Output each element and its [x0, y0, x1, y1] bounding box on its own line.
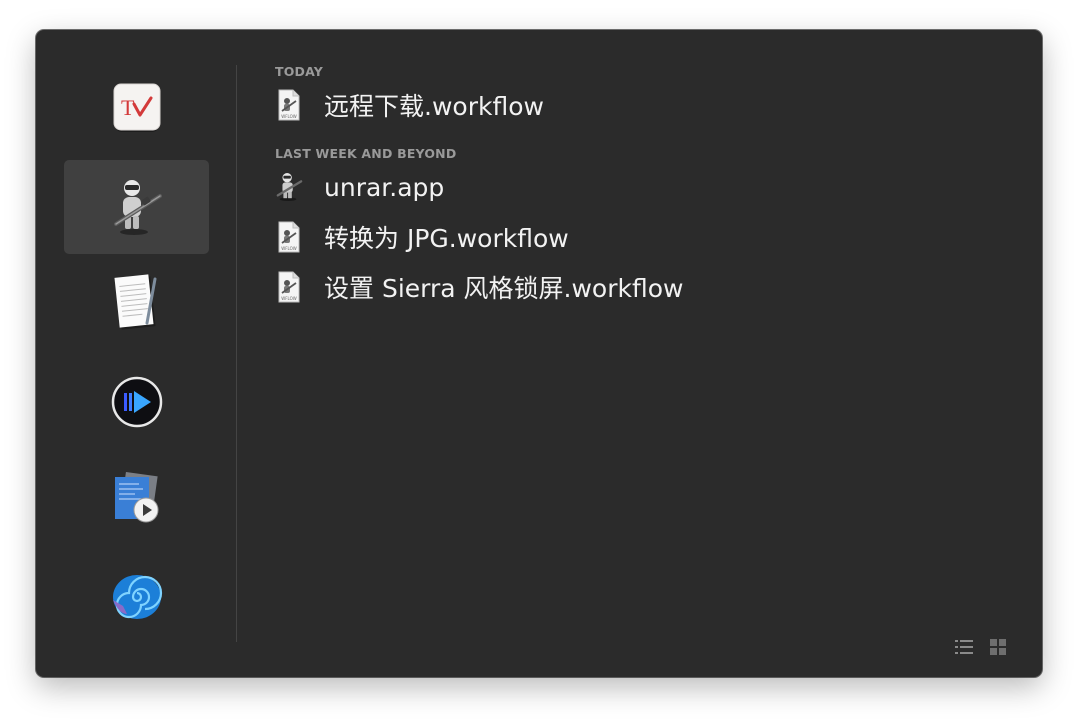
sidebar-item-omnifocus[interactable]: T: [64, 62, 209, 156]
sidebar-item-script-editor[interactable]: [64, 452, 209, 546]
section-header-today: TODAY: [275, 64, 324, 79]
grid-view-icon: [990, 639, 1006, 655]
sidebar-item-infuse[interactable]: [64, 355, 209, 449]
recent-files-window: T TODAY WFLOW 远程下载.workflow LAST WEEK AN…: [36, 30, 1042, 677]
list-view-icon: [955, 640, 973, 654]
file-row[interactable]: WFLOW 设置 Sierra 风格锁屏.workflow: [275, 267, 683, 307]
app-sidebar: T: [36, 30, 236, 677]
grid-view-button[interactable]: [988, 637, 1008, 657]
svg-text:WFLOW: WFLOW: [281, 246, 296, 251]
script-editor-app-icon: [114, 471, 158, 523]
sidebar-item-textedit[interactable]: [64, 256, 209, 350]
file-row[interactable]: WFLOW 远程下载.workflow: [275, 85, 544, 125]
workflow-file-icon: WFLOW: [275, 269, 303, 305]
sidebar-item-mail[interactable]: [64, 648, 209, 677]
list-view-button[interactable]: [954, 637, 974, 657]
svg-text:T: T: [121, 95, 135, 120]
infuse-app-icon: [111, 376, 162, 428]
file-name: 设置 Sierra 风格锁屏.workflow: [324, 274, 684, 303]
svg-text:WFLOW: WFLOW: [281, 296, 296, 301]
file-name: 转换为 JPG.workflow: [324, 224, 569, 253]
section-header-last-week: LAST WEEK AND BEYOND: [275, 146, 457, 161]
nautilus-shell-app-icon: [112, 575, 162, 619]
svg-text:WFLOW: WFLOW: [281, 114, 296, 119]
automator-app-file-icon: [275, 169, 303, 205]
file-name: unrar.app: [324, 172, 445, 202]
file-row[interactable]: unrar.app: [275, 167, 444, 207]
sidebar-item-automator[interactable]: [64, 160, 209, 254]
omnifocus-app-icon: T: [113, 83, 160, 132]
workflow-file-icon: WFLOW: [275, 87, 303, 123]
workflow-file-icon: WFLOW: [275, 219, 303, 255]
sidebar-item-nautilus[interactable]: [64, 550, 209, 644]
automator-app-icon: [113, 180, 162, 235]
file-name: 远程下载.workflow: [324, 92, 544, 121]
sidebar-divider: [236, 65, 237, 642]
file-row[interactable]: WFLOW 转换为 JPG.workflow: [275, 217, 569, 257]
recent-files-list: TODAY WFLOW 远程下载.workflow LAST WEEK AND …: [275, 30, 1042, 677]
mail-app-icon: [115, 673, 159, 677]
textedit-app-icon: [113, 274, 156, 330]
